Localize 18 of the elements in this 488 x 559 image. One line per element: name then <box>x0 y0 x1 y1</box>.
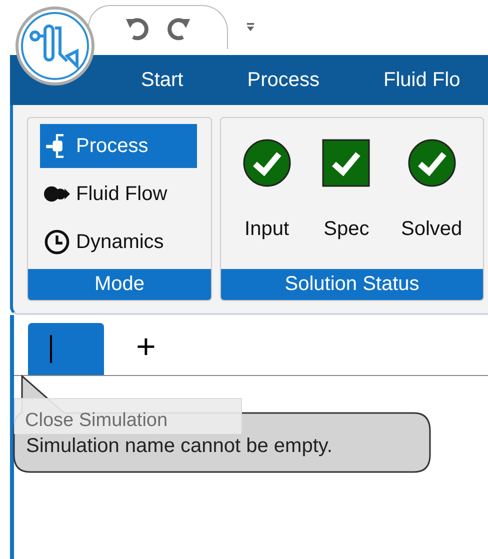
dropdown-icon[interactable] <box>246 22 255 33</box>
group-label: Mode <box>28 269 211 300</box>
ribbon-tab[interactable]: Process <box>244 66 322 94</box>
ribbon-tab[interactable]: Start <box>138 66 186 94</box>
text-cursor <box>50 335 52 363</box>
mode-option[interactable]: Process <box>40 124 197 168</box>
ribbon-tab[interactable]: Fluid Flo <box>380 66 464 94</box>
app-logo[interactable] <box>15 6 95 86</box>
clock-icon <box>44 229 70 255</box>
error-tooltip-text: Simulation name cannot be empty. <box>26 435 332 458</box>
mode-option[interactable]: Fluid Flow <box>40 172 197 216</box>
simulation-name-field[interactable] <box>28 323 104 375</box>
mode-option[interactable]: Dynamics <box>40 220 197 264</box>
group-label: Solution Status <box>221 269 483 300</box>
status-label: Input <box>244 218 290 241</box>
add-tab-button[interactable]: + <box>136 330 156 364</box>
status-label: Spec <box>324 218 370 241</box>
status-label: Solved <box>401 218 462 241</box>
